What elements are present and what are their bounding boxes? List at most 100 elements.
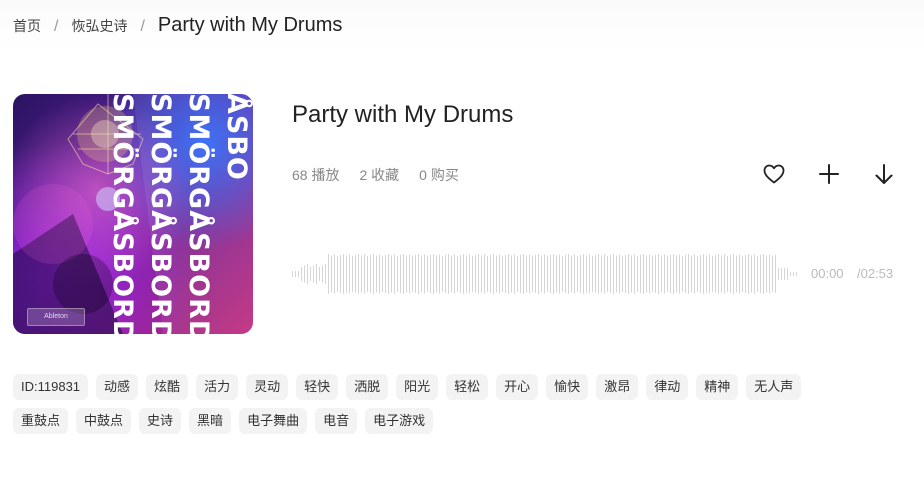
waveform-bar xyxy=(772,256,773,292)
waveform-bar xyxy=(649,254,650,294)
waveform-bar xyxy=(580,255,581,293)
waveform-bar xyxy=(442,256,443,292)
tag-chip[interactable]: 轻松 xyxy=(446,374,489,400)
waveform-bar xyxy=(406,255,407,293)
waveform-bar xyxy=(535,255,536,293)
tag-row: 重鼓点 中鼓点 史诗 黑暗 电子舞曲 电音 电子游戏 xyxy=(13,408,893,434)
waveform-bar xyxy=(676,255,677,293)
tag-chip[interactable]: 无人声 xyxy=(746,374,802,400)
waveform-bar xyxy=(331,255,332,293)
waveform-bar xyxy=(751,255,752,293)
waveform-bar xyxy=(610,255,611,293)
waveform-bar xyxy=(520,255,521,293)
waveform-bar xyxy=(460,255,461,293)
waveform-bar xyxy=(631,255,632,293)
waveform-bar xyxy=(313,265,314,283)
waveform-bar xyxy=(541,255,542,293)
waveform-bar xyxy=(778,268,779,280)
waveform-bar xyxy=(682,256,683,292)
cover-text-line: ÅSBO xyxy=(221,94,252,181)
breadcrumb-category[interactable]: 恢弘史诗 xyxy=(71,16,127,36)
tag-chip[interactable]: 轻快 xyxy=(296,374,339,400)
waveform-bar xyxy=(436,255,437,293)
waveform-bar xyxy=(595,255,596,293)
tag-chip[interactable]: 阳光 xyxy=(396,374,439,400)
waveform-bar xyxy=(385,255,386,293)
waveform-bar xyxy=(433,254,434,294)
waveform-bar xyxy=(370,255,371,293)
cover-text-line: SMÖRGÅSBORD xyxy=(183,94,214,334)
waveform-bar xyxy=(634,254,635,294)
waveform-bar xyxy=(793,272,794,276)
breadcrumb: 首页 / 恢弘史诗 / Party with My Drums xyxy=(13,14,342,37)
download-arrow-icon xyxy=(875,164,893,184)
play-count: 68 播放 xyxy=(292,167,340,183)
tag-chip[interactable]: 电子游戏 xyxy=(365,408,434,434)
waveform-bar xyxy=(454,254,455,294)
waveform-bar xyxy=(754,254,755,294)
waveform-bar xyxy=(394,254,395,294)
tag-chip[interactable]: 律动 xyxy=(646,374,689,400)
tag-chip[interactable]: 重鼓点 xyxy=(13,408,69,434)
tag-chip[interactable]: 电子舞曲 xyxy=(239,408,308,434)
track-actions xyxy=(760,160,898,188)
waveform-bar xyxy=(334,254,335,294)
waveform-bar xyxy=(763,254,764,294)
tag-chip[interactable]: 活力 xyxy=(196,374,239,400)
waveform-bar xyxy=(643,254,644,294)
tag-chip[interactable]: 精神 xyxy=(696,374,739,400)
waveform-bar xyxy=(478,254,479,294)
waveform-bar xyxy=(568,254,569,294)
waveform-bar xyxy=(322,265,323,283)
tag-chip[interactable]: 动感 xyxy=(96,374,139,400)
waveform-bar xyxy=(472,256,473,292)
tag-chip[interactable]: 开心 xyxy=(496,374,539,400)
waveform-bar xyxy=(796,272,797,276)
tag-row: ID:119831 动感 炫酷 活力 灵动 轻快 洒脱 阳光 轻松 开心 愉快 激昂 律动 精神 无人声 xyxy=(13,374,893,400)
download-button[interactable] xyxy=(870,160,898,188)
waveform-bar xyxy=(367,256,368,292)
tag-chip[interactable]: 炫酷 xyxy=(146,374,189,400)
waveform-bar xyxy=(622,256,623,292)
album-cover[interactable]: SMÖRGÅSBORD SMÖRGÅSBORD SMÖRGÅSBORD ÅSBO… xyxy=(13,94,253,334)
waveform-bar xyxy=(589,254,590,294)
waveform-bar xyxy=(361,255,362,293)
waveform-bar xyxy=(646,255,647,293)
waveform-bar xyxy=(766,255,767,293)
tag-chip[interactable]: 愉快 xyxy=(546,374,589,400)
cover-title-text: SMÖRGÅSBORD SMÖRGÅSBORD SMÖRGÅSBORD ÅSBO xyxy=(105,94,253,334)
waveform-bar xyxy=(565,255,566,293)
tag-chip[interactable]: 灵动 xyxy=(246,374,289,400)
waveform-bar xyxy=(490,255,491,293)
tag-chip[interactable]: 黑暗 xyxy=(189,408,232,434)
waveform-bar xyxy=(439,254,440,294)
tag-chip[interactable]: 电音 xyxy=(315,408,358,434)
tag-chip[interactable]: 洒脱 xyxy=(346,374,389,400)
waveform-bar xyxy=(511,255,512,293)
breadcrumb-separator: / xyxy=(54,18,59,35)
waveform-bar xyxy=(604,254,605,294)
waveform-bar xyxy=(307,264,308,284)
waveform-bar xyxy=(346,255,347,293)
waveform-bar xyxy=(403,254,404,294)
breadcrumb-home[interactable]: 首页 xyxy=(13,16,41,36)
tag-chip[interactable]: 激昂 xyxy=(596,374,639,400)
track-id-tag[interactable]: ID:119831 xyxy=(13,374,89,400)
waveform-bar xyxy=(637,256,638,292)
tag-chip[interactable]: 中鼓点 xyxy=(76,408,132,434)
waveform-bar xyxy=(388,254,389,294)
waveform-bar xyxy=(349,254,350,294)
favorite-button[interactable] xyxy=(760,160,788,188)
waveform-bar xyxy=(586,255,587,293)
add-button[interactable] xyxy=(815,160,843,188)
waveform-bar xyxy=(295,271,296,277)
top-bar: 首页 / 恢弘史诗 / Party with My Drums xyxy=(0,0,924,50)
waveform-seekbar[interactable] xyxy=(292,250,800,298)
waveform-bar xyxy=(775,255,776,293)
purchase-count: 0 购买 xyxy=(419,167,459,183)
waveform-bar xyxy=(619,254,620,294)
waveform-bar xyxy=(301,267,302,281)
tag-chip[interactable]: 史诗 xyxy=(139,408,182,434)
waveform-bar xyxy=(607,256,608,292)
waveform-bar xyxy=(667,256,668,292)
